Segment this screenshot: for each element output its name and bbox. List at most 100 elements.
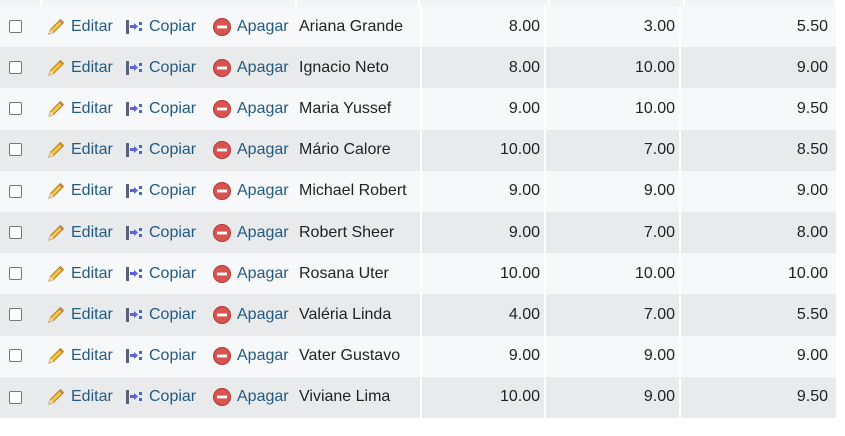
copy-link[interactable]: Copiar	[124, 58, 211, 78]
delete-icon	[212, 223, 232, 243]
row-checkbox-cell	[0, 306, 42, 324]
copy-icon	[124, 17, 144, 37]
edit-label: Editar	[71, 223, 113, 241]
row-checkbox[interactable]	[9, 143, 22, 157]
delete-link[interactable]: Apagar	[211, 305, 297, 325]
name-cell: Maria Yussef	[297, 88, 422, 130]
grade-1-cell: 10.00	[422, 376, 546, 418]
edit-link[interactable]: Editar	[42, 223, 124, 243]
row-checkbox[interactable]	[9, 308, 22, 322]
row-checkbox[interactable]	[9, 225, 22, 239]
edit-label: Editar	[71, 99, 113, 117]
copy-link[interactable]: Copiar	[124, 140, 211, 160]
copy-label: Copiar	[149, 17, 197, 35]
grade-1-cell: 9.00	[422, 88, 546, 130]
delete-link[interactable]: Apagar	[211, 223, 297, 243]
copy-link[interactable]: Copiar	[124, 264, 211, 284]
delete-link[interactable]: Apagar	[211, 346, 297, 366]
edit-link[interactable]: Editar	[42, 99, 124, 119]
delete-icon	[212, 346, 232, 366]
delete-label: Apagar	[237, 58, 289, 76]
edit-link[interactable]: Editar	[42, 181, 124, 201]
delete-link[interactable]: Apagar	[211, 140, 297, 160]
average-cell: 9.00	[796, 182, 828, 200]
delete-icon	[212, 17, 232, 37]
delete-link[interactable]: Apagar	[211, 58, 297, 78]
edit-label: Editar	[71, 388, 113, 406]
row-checkbox[interactable]	[9, 184, 22, 198]
copy-link[interactable]: Copiar	[124, 181, 211, 201]
copy-icon	[124, 181, 144, 201]
delete-link[interactable]: Apagar	[211, 264, 297, 284]
delete-label: Apagar	[237, 347, 289, 365]
edit-link[interactable]: Editar	[42, 346, 124, 366]
average-cell: 5.50	[796, 305, 828, 323]
delete-icon	[212, 387, 232, 407]
delete-label: Apagar	[237, 17, 289, 35]
row-checkbox-cell	[0, 224, 42, 242]
delete-link[interactable]: Apagar	[211, 181, 297, 201]
row-checkbox-cell	[0, 347, 42, 365]
name-cell: Ignacio Neto	[297, 47, 422, 89]
copy-link[interactable]: Copiar	[124, 305, 211, 325]
pencil-icon	[46, 140, 66, 160]
pencil-icon	[46, 264, 66, 284]
grade-2-cell: 7.00	[546, 129, 681, 171]
grade-1-cell: 10.00	[422, 129, 546, 171]
row-checkbox[interactable]	[9, 266, 22, 280]
row-checkbox[interactable]	[9, 349, 22, 363]
table-row: Editar Copiar Apagar	[0, 129, 836, 171]
copy-icon	[124, 264, 144, 284]
delete-icon	[212, 140, 232, 160]
copy-label: Copiar	[149, 264, 197, 282]
grade-2-cell: 9.00	[546, 170, 681, 212]
copy-link[interactable]: Copiar	[124, 99, 211, 119]
row-checkbox-cell	[0, 100, 42, 118]
copy-link[interactable]: Copiar	[124, 17, 211, 37]
delete-link[interactable]: Apagar	[211, 99, 297, 119]
delete-icon	[212, 264, 232, 284]
row-checkbox[interactable]	[9, 390, 22, 404]
grade-1-cell: 9.00	[422, 211, 546, 254]
copy-label: Copiar	[149, 223, 197, 241]
copy-icon	[124, 387, 144, 407]
edit-link[interactable]: Editar	[42, 58, 124, 78]
grade-1-cell: 4.00	[422, 294, 546, 336]
copy-link[interactable]: Copiar	[124, 387, 211, 407]
average-cell: 8.00	[796, 223, 828, 241]
copy-label: Copiar	[149, 58, 197, 76]
delete-link[interactable]: Apagar	[211, 387, 297, 407]
edit-link[interactable]: Editar	[42, 140, 124, 160]
table-row: Editar Copiar Apagar	[0, 294, 836, 336]
copy-label: Copiar	[149, 388, 197, 406]
copy-link[interactable]: Copiar	[124, 346, 211, 366]
edit-label: Editar	[71, 347, 113, 365]
average-cell: 5.50	[796, 17, 828, 35]
delete-link[interactable]: Apagar	[211, 17, 297, 37]
delete-label: Apagar	[237, 305, 289, 323]
delete-label: Apagar	[237, 264, 289, 282]
delete-icon	[212, 58, 232, 78]
edit-label: Editar	[71, 17, 113, 35]
edit-label: Editar	[71, 141, 113, 159]
row-checkbox-cell	[0, 265, 42, 283]
edit-link[interactable]: Editar	[42, 17, 124, 37]
edit-link[interactable]: Editar	[42, 305, 124, 325]
pencil-icon	[46, 17, 66, 37]
grade-1-cell: 8.00	[422, 47, 546, 89]
copy-icon	[124, 346, 144, 366]
row-checkbox-cell	[0, 18, 42, 36]
copy-icon	[124, 305, 144, 325]
delete-label: Apagar	[237, 223, 289, 241]
row-checkbox[interactable]	[9, 102, 22, 116]
edit-link[interactable]: Editar	[42, 264, 124, 284]
pencil-icon	[46, 305, 66, 325]
average-cell: 9.50	[796, 99, 828, 117]
copy-link[interactable]: Copiar	[124, 223, 211, 243]
name-cell: Ariana Grande	[297, 6, 422, 48]
row-checkbox[interactable]	[9, 61, 22, 75]
edit-link[interactable]: Editar	[42, 387, 124, 407]
row-checkbox[interactable]	[9, 19, 22, 33]
name-cell: Rosana Uter	[297, 253, 422, 295]
row-checkbox-cell	[0, 182, 42, 200]
